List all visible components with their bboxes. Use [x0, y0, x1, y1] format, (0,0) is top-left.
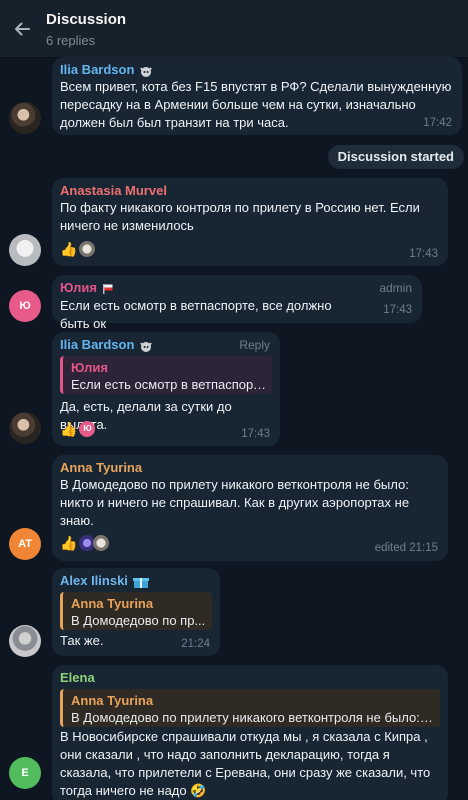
avatar[interactable]	[9, 234, 41, 266]
thumbs-up-icon: 👍	[60, 241, 78, 257]
message-author[interactable]: Anastasia Murvel	[60, 183, 167, 198]
message-author[interactable]: Ilia Bardson	[60, 62, 154, 78]
avatar[interactable]: E	[9, 757, 41, 789]
service-badge: Discussion started	[327, 145, 464, 169]
message-text: Если есть осмотр в ветпаспорте, все долж…	[60, 298, 332, 331]
chat-header: Discussion 6 replies	[0, 0, 468, 58]
thumbs-up-icon: 👍	[60, 535, 78, 551]
reaction-avatar	[79, 241, 96, 257]
cat-emoji-icon	[140, 66, 152, 77]
gift-emoji-icon	[132, 577, 149, 588]
message-bubble[interactable]: Alex Ilinski Anna Tyurina В Домодедово п…	[52, 568, 220, 656]
message-text: В Домодедово по прилету никакого ветконт…	[60, 477, 410, 528]
message-bubble[interactable]: Elena Anna Tyurina В Домодедово по приле…	[52, 665, 448, 800]
message-time: 17:42	[423, 117, 452, 129]
reactions[interactable]: 👍	[60, 534, 110, 552]
header-subtitle: 6 replies	[46, 33, 96, 48]
admin-tag: admin	[379, 281, 412, 295]
message-bubble[interactable]: Юлия admin Если есть осмотр в ветпаспорт…	[52, 275, 422, 331]
avatar[interactable]	[9, 102, 41, 134]
quoted-reply[interactable]: Anna Tyurina В Домодедово по пр...	[60, 592, 212, 630]
quote-author: Anna Tyurina	[71, 693, 154, 708]
reply-button[interactable]: Reply	[239, 338, 270, 352]
message-author[interactable]: Ilia Bardson	[60, 337, 154, 353]
message-time: edited 21:15	[374, 542, 438, 554]
message-time: 17:43	[383, 304, 412, 316]
message-bubble[interactable]: Ilia Bardson Всем привет, кота без F15 в…	[52, 57, 462, 135]
quote-author: Anna Tyurina	[71, 596, 154, 611]
quote-text: В Домодедово по пр...	[71, 613, 206, 628]
message-text: Так же.	[60, 633, 104, 648]
back-arrow-icon[interactable]	[8, 15, 36, 43]
quote-text: Если есть осмотр в ветпаспорт...	[71, 377, 266, 392]
message-text: По факту никакого контроля по прилету в …	[60, 200, 420, 233]
header-title: Discussion	[46, 11, 127, 28]
quote-text: В Домодедово по прилету никакого ветконт…	[71, 710, 434, 725]
message-time: 17:43	[241, 428, 270, 440]
quoted-reply[interactable]: Anna Tyurina В Домодедово по прилету ник…	[60, 689, 440, 727]
message-text: Всем привет, кота без F15 впустят в РФ? …	[60, 79, 452, 130]
reaction-avatar: Ю	[79, 421, 96, 437]
reactions[interactable]: 👍	[60, 240, 96, 258]
message-time: 17:43	[409, 248, 438, 260]
message-author[interactable]: Юлия	[60, 280, 115, 295]
message-author[interactable]: Elena	[60, 670, 95, 685]
avatar[interactable]	[9, 412, 41, 444]
quoted-reply[interactable]: Юлия Если есть осмотр в ветпаспорт...	[60, 356, 272, 394]
thumbs-up-icon: 👍	[60, 421, 78, 437]
message-text: В Новосибирске спрашивали откуда мы , я …	[60, 729, 431, 798]
avatar[interactable]: AT	[9, 528, 41, 560]
reaction-avatar	[93, 535, 110, 551]
message-time: 21:24	[181, 638, 210, 650]
flag-emoji-icon	[102, 283, 113, 294]
reactions[interactable]: 👍 Ю	[60, 420, 96, 438]
message-author[interactable]: Anna Tyurina	[60, 460, 142, 475]
avatar[interactable]	[9, 625, 41, 657]
avatar[interactable]: Ю	[9, 290, 41, 322]
quote-author: Юлия	[71, 360, 108, 375]
message-bubble[interactable]: Ilia Bardson Reply Юлия Если есть осмотр…	[52, 332, 280, 446]
message-bubble[interactable]: Anastasia Murvel По факту никакого контр…	[52, 178, 448, 266]
message-bubble[interactable]: Anna Tyurina В Домодедово по прилету ник…	[52, 455, 448, 561]
cat-emoji-icon	[140, 341, 152, 352]
message-author[interactable]: Alex Ilinski	[60, 573, 150, 589]
